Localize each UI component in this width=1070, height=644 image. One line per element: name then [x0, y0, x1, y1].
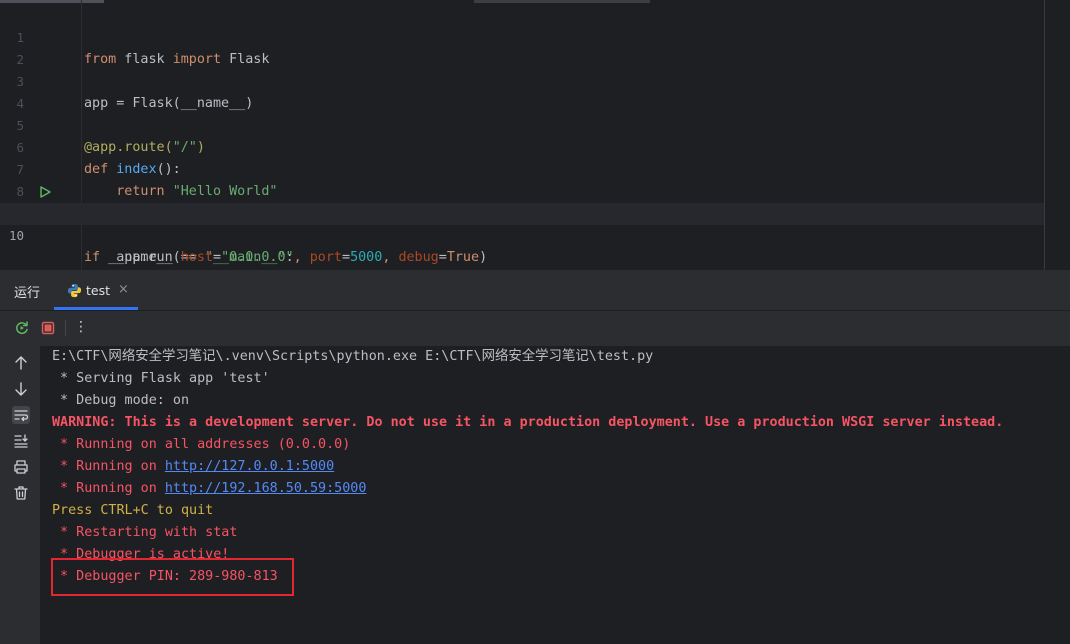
more-icon[interactable]: ⋮ — [74, 319, 88, 335]
print-icon[interactable] — [12, 458, 30, 476]
code-line[interactable]: 6 def index(): — [0, 115, 1044, 177]
code-line[interactable]: 1 from flask import Flask — [0, 5, 1044, 67]
console-line: * Running on all addresses (0.0.0.0) — [52, 437, 351, 452]
run-gutter-icon[interactable] — [38, 185, 52, 199]
run-tool-title[interactable]: 运行 — [14, 282, 40, 301]
lan-address-link[interactable]: http://192.168.50.59:5000 — [165, 481, 367, 496]
python-file-icon — [67, 283, 82, 298]
code-line-current[interactable]: 10 app.run(host="0.0.0.0", port=5000, de… — [0, 203, 1044, 265]
tab-active-indicator — [54, 307, 138, 310]
tab-label: test — [86, 283, 111, 298]
scroll-to-end-icon[interactable] — [12, 432, 30, 450]
line-number: 10 — [8, 228, 24, 243]
right-margin-guide — [1044, 0, 1045, 270]
stop-icon[interactable] — [40, 320, 56, 336]
code-line[interactable]: 4 — [0, 71, 1044, 111]
trash-icon[interactable] — [12, 484, 30, 502]
code-line[interactable]: 2 — [0, 27, 1044, 67]
console-line: Press CTRL+C to quit — [52, 503, 214, 518]
horizontal-scrollbar[interactable] — [0, 0, 104, 3]
rerun-icon[interactable] — [14, 320, 30, 336]
code-text: app.run(host="0.0.0.0", port=5000, debug… — [84, 250, 488, 265]
scroll-down-icon[interactable] — [12, 380, 30, 398]
console-warning-line: WARNING: This is a development server. D… — [52, 415, 1004, 430]
console-side-toolbar — [0, 346, 40, 644]
tab-test[interactable]: test × — [54, 270, 138, 310]
horizontal-scrollbar-track — [474, 0, 650, 3]
run-toolbar: ⋮ — [0, 311, 1070, 345]
code-editor[interactable]: 1 from flask import Flask 2 3 app = Flas… — [0, 0, 1070, 270]
console-output[interactable]: E:\CTF\网络安全学习笔记\.venv\Scripts\python.exe… — [40, 346, 1070, 644]
console-line: * Debug mode: on — [52, 393, 190, 408]
toolbar-separator — [65, 320, 66, 336]
console-line: * Running on http://192.168.50.59:5000 — [52, 481, 367, 496]
highlight-box — [51, 558, 294, 596]
scroll-up-icon[interactable] — [12, 354, 30, 372]
run-tool-window: 运行 test × ⋮ E:\CTF\网络安全学习笔记\.venv\Script… — [0, 270, 1070, 644]
console-line: * Running on http://127.0.0.1:5000 — [52, 459, 335, 474]
localhost-link[interactable]: http://127.0.0.1:5000 — [165, 459, 334, 474]
code-line[interactable]: 3 app = Flask(__name__) — [0, 49, 1044, 111]
code-line[interactable]: 7 return "Hello World" — [0, 137, 1044, 199]
soft-wrap-icon[interactable] — [12, 406, 30, 424]
code-line[interactable]: 9 if __name__ == "__main__": — [0, 181, 1044, 265]
console-line: * Serving Flask app 'test' — [52, 371, 270, 386]
console-line: E:\CTF\网络安全学习笔记\.venv\Scripts\python.exe… — [52, 349, 654, 364]
code-line[interactable]: 5 @app.route("/") — [0, 93, 1044, 155]
code-line[interactable]: 8 — [0, 159, 1044, 199]
close-icon[interactable]: × — [118, 282, 129, 297]
tool-window-header: 运行 test × — [0, 270, 1070, 311]
console-line: * Restarting with stat — [52, 525, 238, 540]
